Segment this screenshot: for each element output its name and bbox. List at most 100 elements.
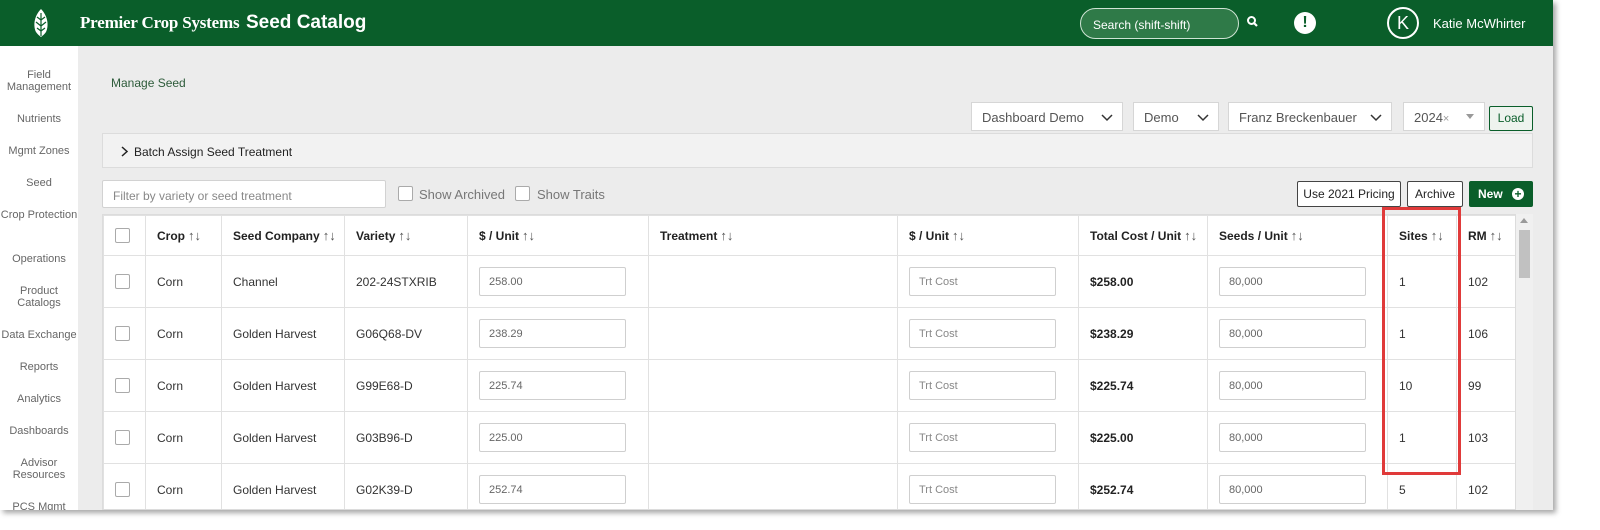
sidebar-item-nutrients[interactable]: Nutrients xyxy=(0,113,78,125)
dashboard-select[interactable]: Dashboard Demo xyxy=(971,102,1123,131)
demo-select[interactable]: Demo xyxy=(1133,102,1219,131)
crop-cell: Corn xyxy=(145,307,222,360)
col-seeds-unit[interactable]: Seeds / Unit ↑↓ xyxy=(1207,215,1388,256)
price-input[interactable]: 238.29 xyxy=(479,319,626,348)
leaf-logo-icon xyxy=(34,9,48,37)
sort-icon[interactable]: ↑↓ xyxy=(522,228,535,243)
col-crop[interactable]: Crop ↑↓ xyxy=(145,215,222,256)
treatment-cell[interactable] xyxy=(648,255,898,308)
sort-icon[interactable]: ↑↓ xyxy=(398,228,411,243)
col-total-cost[interactable]: Total Cost / Unit ↑↓ xyxy=(1078,215,1208,256)
alert-icon[interactable]: ! xyxy=(1294,12,1316,34)
treatment-cell[interactable] xyxy=(648,411,898,464)
person-select[interactable]: Franz Breckenbauer xyxy=(1228,102,1392,131)
sidebar-item-reports[interactable]: Reports xyxy=(0,361,78,373)
sidebar-item-mgmt-zones[interactable]: Mgmt Zones xyxy=(0,145,78,157)
price-input[interactable]: 225.74 xyxy=(479,371,626,400)
price-input[interactable]: 258.00 xyxy=(479,267,626,296)
col-seed-company-label: Seed Company xyxy=(233,229,320,243)
sidebar-item-operations[interactable]: Operations xyxy=(0,253,78,265)
col-price-unit[interactable]: $ / Unit ↑↓ xyxy=(467,215,649,256)
rm-cell: 103 xyxy=(1456,411,1515,464)
seeds-input[interactable]: 80,000 xyxy=(1219,423,1366,452)
row-checkbox[interactable] xyxy=(115,482,130,497)
price-input[interactable]: 225.00 xyxy=(479,423,626,452)
row-select-cell xyxy=(103,463,146,509)
sidebar-item-pcs-mgmt[interactable]: PCS Mgmt xyxy=(0,501,78,510)
row-checkbox[interactable] xyxy=(115,274,130,289)
archive-button[interactable]: Archive xyxy=(1407,181,1463,207)
sidebar-item-product-catalogs[interactable]: Product Catalogs xyxy=(0,285,78,309)
row-checkbox[interactable] xyxy=(115,326,130,341)
col-treatment[interactable]: Treatment ↑↓ xyxy=(648,215,898,256)
sidebar-item-crop-protection[interactable]: Crop Protection xyxy=(0,209,78,221)
scroll-up-arrow-icon[interactable] xyxy=(1520,218,1528,223)
treatment-cost-input[interactable]: Trt Cost xyxy=(909,267,1056,296)
sort-icon[interactable]: ↑↓ xyxy=(188,228,201,243)
show-traits-label: Show Traits xyxy=(537,187,605,202)
breadcrumb[interactable]: Manage Seed xyxy=(111,76,186,90)
col-rm[interactable]: RM ↑↓ xyxy=(1456,215,1515,256)
seeds-cell: 80,000 xyxy=(1207,463,1388,509)
sidebar-item-seed[interactable]: Seed xyxy=(0,177,78,189)
table-scrollbar[interactable] xyxy=(1516,214,1533,510)
demo-select-value: Demo xyxy=(1144,110,1179,125)
search-input[interactable]: Search (shift-shift) xyxy=(1080,8,1239,39)
sidebar-item-field-management[interactable]: Field Management xyxy=(0,69,78,93)
new-button-label: New xyxy=(1478,187,1503,201)
sort-icon[interactable]: ↑↓ xyxy=(1184,228,1197,243)
rm-cell: 106 xyxy=(1456,307,1515,360)
sidebar-item-analytics[interactable]: Analytics xyxy=(0,393,78,405)
treatment-cost-input[interactable]: Trt Cost xyxy=(909,371,1056,400)
avatar[interactable]: K xyxy=(1387,7,1419,39)
new-button[interactable]: New + xyxy=(1469,181,1533,207)
seeds-input[interactable]: 80,000 xyxy=(1219,475,1366,504)
sidebar-item-data-exchange[interactable]: Data Exchange xyxy=(0,329,78,341)
treatment-cost-input[interactable]: Trt Cost xyxy=(909,319,1056,348)
price-input[interactable]: 252.74 xyxy=(479,475,626,504)
col-seed-company[interactable]: Seed Company ↑↓ xyxy=(221,215,345,256)
batch-assign-panel[interactable]: Batch Assign Seed Treatment xyxy=(102,133,1533,168)
row-select-cell xyxy=(103,307,146,360)
col-variety[interactable]: Variety ↑↓ xyxy=(344,215,468,256)
total-cost-cell: $252.74 xyxy=(1078,463,1208,509)
row-checkbox[interactable] xyxy=(115,430,130,445)
total-cost-cell: $225.00 xyxy=(1078,411,1208,464)
show-archived-checkbox[interactable] xyxy=(398,186,413,201)
table-header-row: Crop ↑↓ Seed Company ↑↓ Variety ↑↓ $ / Unit… xyxy=(103,215,1515,256)
sort-icon[interactable]: ↑↓ xyxy=(952,228,965,243)
seeds-input[interactable]: 80,000 xyxy=(1219,319,1366,348)
scroll-thumb[interactable] xyxy=(1519,230,1530,278)
crop-cell: Corn xyxy=(145,359,222,412)
sidebar-item-advisor-resources[interactable]: Advisor Resources xyxy=(0,457,78,481)
table-row: Corn Golden Harvest G99E68-D 225.74 Trt … xyxy=(103,359,1515,412)
show-traits-checkbox[interactable] xyxy=(515,186,530,201)
col-total-cost-label: Total Cost / Unit xyxy=(1090,229,1182,243)
year-select[interactable]: 2024× xyxy=(1403,102,1485,131)
sort-icon[interactable]: ↑↓ xyxy=(323,228,336,243)
caret-down-icon xyxy=(1466,114,1474,119)
col-treatment-price-unit[interactable]: $ / Unit ↑↓ xyxy=(897,215,1079,256)
search-icon[interactable] xyxy=(1246,15,1260,29)
seeds-cell: 80,000 xyxy=(1207,411,1388,464)
sort-icon[interactable]: ↑↓ xyxy=(720,228,733,243)
sort-icon[interactable]: ↑↓ xyxy=(1490,228,1503,243)
clear-year-icon[interactable]: × xyxy=(1443,113,1449,125)
use-pricing-button[interactable]: Use 2021 Pricing xyxy=(1297,181,1401,207)
treatment-cell[interactable] xyxy=(648,307,898,360)
treatment-cost-input[interactable]: Trt Cost xyxy=(909,423,1056,452)
variety-filter-input[interactable]: Filter by variety or seed treatment xyxy=(102,180,386,208)
treatment-cell[interactable] xyxy=(648,463,898,509)
sidebar-item-dashboards[interactable]: Dashboards xyxy=(0,425,78,437)
treatment-cell[interactable] xyxy=(648,359,898,412)
select-all-checkbox[interactable] xyxy=(115,228,130,243)
seeds-input[interactable]: 80,000 xyxy=(1219,371,1366,400)
top-bar: Premier Crop Systems Seed Catalog Search… xyxy=(0,0,1553,46)
user-name[interactable]: Katie McWhirter xyxy=(1433,16,1525,31)
col-treatment-price-label: $ / Unit xyxy=(909,229,950,243)
treatment-cost-input[interactable]: Trt Cost xyxy=(909,475,1056,504)
row-checkbox[interactable] xyxy=(115,378,130,393)
load-button[interactable]: Load xyxy=(1489,106,1533,131)
seeds-input[interactable]: 80,000 xyxy=(1219,267,1366,296)
sort-icon[interactable]: ↑↓ xyxy=(1291,228,1304,243)
